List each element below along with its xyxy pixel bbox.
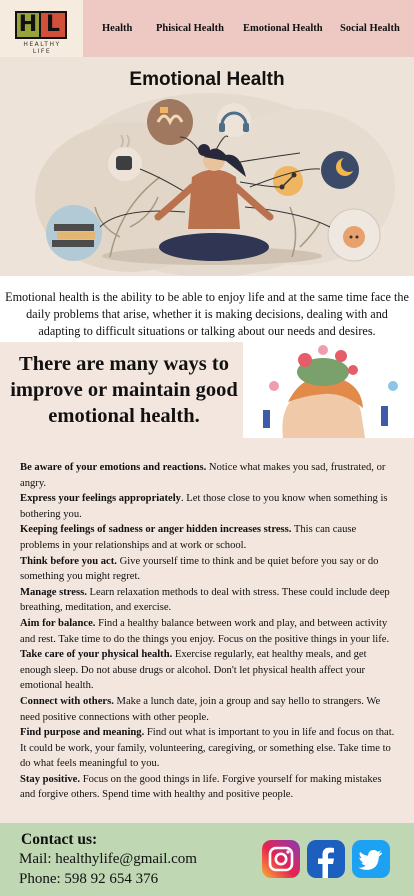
list-item: Keeping feelings of sadness or anger hid…: [20, 524, 357, 551]
ways-heading: There are many ways to improve or mainta…: [10, 353, 238, 427]
list-item: Express your feelings appropriately. Let…: [20, 493, 388, 520]
facebook-icon[interactable]: [307, 840, 345, 878]
apple-icon: [327, 208, 381, 262]
page-title: Emotional Health: [129, 69, 285, 90]
list-item: Connect with others. Make a lunch date, …: [20, 695, 381, 723]
tips-list: Be aware of your emotions and reactions.…: [20, 460, 395, 803]
growth-head-illustration: [243, 342, 414, 438]
intro-paragraph: Emotional health is the ability to be ab…: [0, 276, 414, 342]
logo-letter-l: L: [41, 11, 67, 39]
list-item: Stay positive. Focus on the good things …: [20, 773, 382, 801]
hero-banner: Emotional Health: [0, 57, 414, 276]
logo-letter-h: H: [15, 11, 41, 39]
nav-link-physical-health[interactable]: Phisical Health: [156, 0, 224, 57]
contact-phone[interactable]: Phone: 598 92 654 376: [19, 871, 158, 888]
nav-link-health[interactable]: Health: [102, 0, 132, 57]
list-item: Take care of your physical health. Exerc…: [20, 649, 367, 692]
ways-section: There are many ways to improve or mainta…: [0, 342, 414, 438]
contact-footer: Contact us: Mail: healthylife@gmail.com …: [0, 823, 414, 896]
nav-link-emotional-health[interactable]: Emotional Health: [243, 0, 323, 57]
logo-tagline: HEALTHY LIFE: [23, 41, 61, 55]
instagram-icon[interactable]: [262, 840, 300, 878]
list-item: Manage stress. Learn relaxation methods …: [20, 586, 390, 614]
list-item: Be aware of your emotions and reactions.…: [20, 462, 386, 489]
contact-email[interactable]: Mail: healthylife@gmail.com: [19, 851, 197, 868]
moon-icon: [321, 151, 359, 189]
graph-icon: [273, 166, 303, 196]
books-icon: [46, 205, 102, 261]
headphones-icon: [217, 103, 251, 137]
logo[interactable]: H L HEALTHY LIFE: [0, 0, 83, 57]
list-item: Think before you act. Give yourself time…: [20, 555, 379, 583]
list-item: Find purpose and meaning. Find out what …: [20, 727, 395, 770]
list-item: Aim for balance. Find a healthy balance …: [20, 617, 390, 645]
nav-link-social-health[interactable]: Social Health: [340, 0, 400, 57]
contact-heading: Contact us:: [21, 831, 98, 848]
site-header: H L HEALTHY LIFE Health Phisical Health …: [0, 0, 414, 57]
twitter-icon[interactable]: [352, 840, 390, 878]
